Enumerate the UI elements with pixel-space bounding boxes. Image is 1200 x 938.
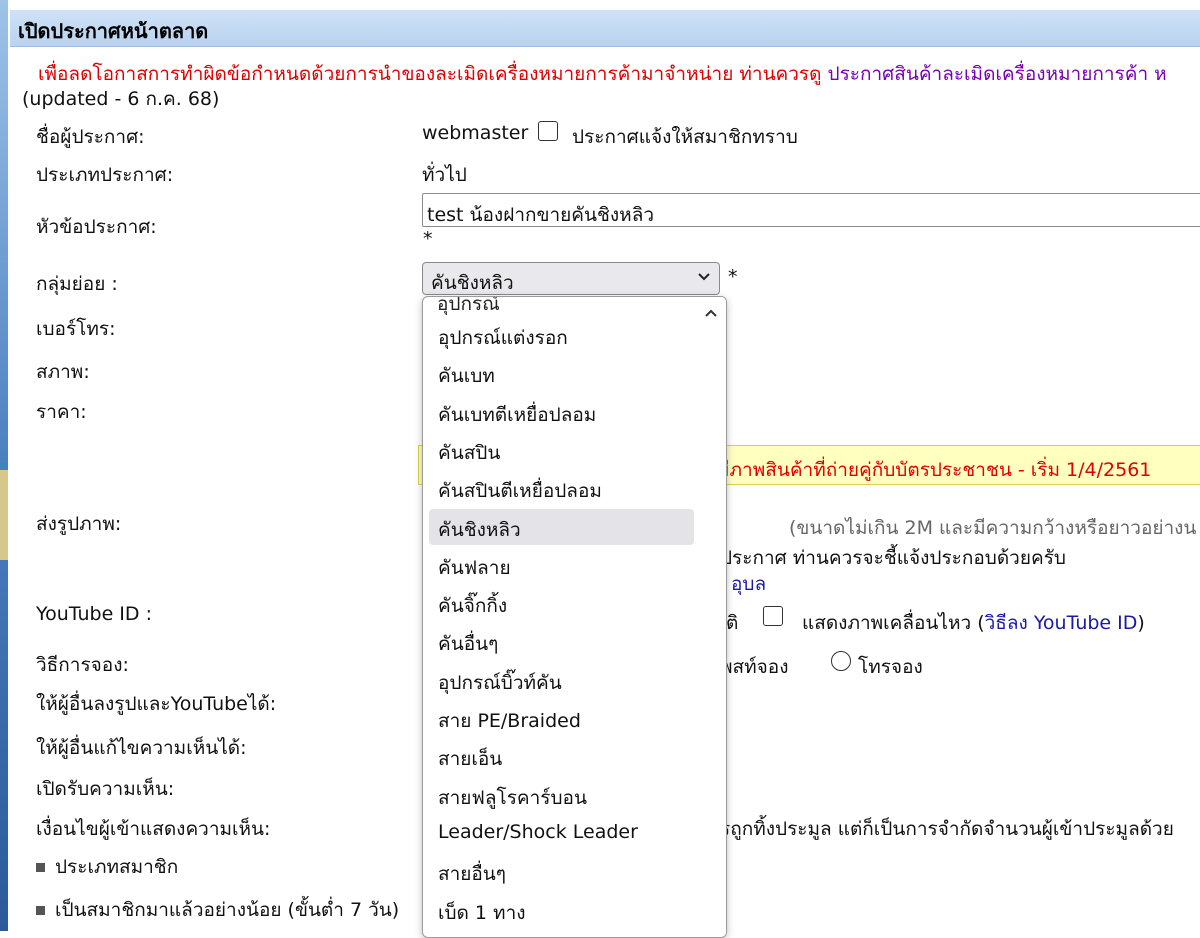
subject-input[interactable]: test น้องฝากขายคันชิงหลิว xyxy=(422,193,1200,227)
dropdown-option[interactable]: คันเบทตีเหยื่อปลอม xyxy=(429,394,694,430)
notice-red-text: เพื่อลดโอกาสการทำผิดข้อกำหนดด้วยการนำของ… xyxy=(38,63,822,85)
phone-label: เบอร์โทร: xyxy=(36,318,116,340)
dropdown-option[interactable]: คันฟลาย xyxy=(429,547,694,583)
chevron-down-icon xyxy=(697,269,711,288)
dropdown-scrollbar[interactable] xyxy=(696,297,726,937)
page-title: เปิดประกาศหน้าตลาด xyxy=(18,19,209,43)
condition-label: สภาพ: xyxy=(36,361,90,383)
dropdown-option[interactable]: อุปกรณ์แต่งรอก xyxy=(429,317,694,353)
upload-hint: (ขนาดไม่เกิน 2M และมีความกว้างหรือยาวอย่… xyxy=(789,517,1197,539)
comment-condition-label: เงื่อนไขผู้เข้าแสดงความเห็น: xyxy=(36,818,271,840)
upload-note: ประกาศ ท่านควรจะชี้แจ้งประกอบด้วยครับ xyxy=(720,547,1066,569)
dropdown-option[interactable]: คันเบท xyxy=(429,355,694,391)
open-comments-label: เปิดรับความเห็น: xyxy=(36,778,175,800)
booking-label: วิธีการจอง: xyxy=(36,654,129,676)
show-video-checkbox[interactable] xyxy=(763,606,783,626)
id-card-notice: มีภาพสินค้าที่ถ่ายคู่กับบัตรประชาชน - เร… xyxy=(717,459,1152,481)
dropdown-option[interactable]: คันอื่นๆ xyxy=(429,623,694,659)
subgroup-required-mark: * xyxy=(728,266,738,288)
notify-members-checkbox[interactable] xyxy=(538,121,558,141)
dropdown-option[interactable]: สายฟลูโรคาร์บอน xyxy=(429,777,694,813)
page-header: เปิดประกาศหน้าตลาด xyxy=(10,10,1200,47)
dropdown-option[interactable]: คันจิ๊กกิ้ง xyxy=(429,585,694,621)
price-label: ราคา: xyxy=(36,401,87,423)
dropdown-option[interactable]: Leader/Shock Leader xyxy=(429,815,694,851)
allow-media-label: ให้ผู้อื่นลงรูปและYouTubeได้: xyxy=(36,693,277,715)
trademark-link[interactable]: ประกาศสินค้าละเมิดเครื่องหมายการค้า ห xyxy=(828,63,1167,85)
booking-call-label: โทรจอง xyxy=(858,656,923,678)
member-type-row: ประเภทสมาชิก xyxy=(36,852,178,882)
show-video-label: แสดงภาพเคลื่อนไหว ( xyxy=(802,612,985,634)
youtube-label: YouTube ID : xyxy=(36,603,152,625)
subgroup-select[interactable]: คันชิงหลิว xyxy=(422,262,720,295)
subgroup-label: กลุ่มย่อย : xyxy=(36,273,118,295)
dropdown-option[interactable]: สายอื่นๆ xyxy=(429,853,694,889)
notify-members-label: ประกาศแจ้งให้สมาชิกทราบ xyxy=(572,126,798,148)
allow-edit-label: ให้ผู้อื่นแก้ไขความเห็นได้: xyxy=(36,737,247,759)
dropdown-option[interactable]: คันสปินตีเหยื่อปลอม xyxy=(429,470,694,506)
bullet-icon xyxy=(36,906,45,915)
youtube-partial-text: ติ xyxy=(726,612,739,634)
subgroup-dropdown-list[interactable]: อุปกรณ์ อุปกรณ์แต่งรอก คันเบท คันเบทตีเหยื… xyxy=(422,296,727,938)
youtube-help-link[interactable]: วิธีลง YouTube ID xyxy=(985,612,1138,634)
poster-label: ชื่อผู้ประกาศ: xyxy=(36,126,145,148)
scroll-up-icon[interactable] xyxy=(704,305,718,324)
type-value: ทั่วไป xyxy=(422,164,467,186)
bullet-icon xyxy=(36,863,45,872)
poster-value: webmaster xyxy=(422,122,529,144)
comment-condition-text: รถูกทิ้งประมูล แต่ก็เป็นการจำกัดจำนวนผู้… xyxy=(720,818,1174,840)
dropdown-option[interactable]: อุปกรณ์บิ๊วท์คัน xyxy=(429,662,694,698)
booking-call-radio[interactable] xyxy=(831,651,851,671)
show-video-text: แสดงภาพเคลื่อนไหว (วิธีลง YouTube ID) xyxy=(802,608,1145,638)
type-label: ประเภทประกาศ: xyxy=(36,164,174,186)
youtube-help-close: ) xyxy=(1137,612,1145,634)
member-type-label: ประเภทสมาชิก xyxy=(55,856,179,878)
dropdown-option[interactable]: สายเอ็น xyxy=(429,738,694,774)
upload-link[interactable]: อุบล xyxy=(731,569,766,599)
dropdown-option[interactable]: สาย PE/Braided xyxy=(429,700,694,736)
subject-required-mark: * xyxy=(423,228,433,250)
member-age-label: เป็นสมาชิกมาแล้วอย่างน้อย (ขั้นต่ำ 7 วัน… xyxy=(55,899,400,921)
left-window-edge xyxy=(0,0,8,931)
booking-post-partial: พสท์จอง xyxy=(720,656,789,678)
member-age-row: เป็นสมาชิกมาแล้วอย่างน้อย (ขั้นต่ำ 7 วัน… xyxy=(36,895,399,925)
dropdown-option[interactable]: คันชิงหลิว xyxy=(429,508,694,545)
updated-date: (updated - 6 ก.ค. 68) xyxy=(22,88,220,110)
dropdown-option[interactable]: คันสปิน xyxy=(429,432,694,468)
subgroup-selected-value: คันชิงหลิว xyxy=(431,272,514,294)
upload-label: ส่งรูปภาพ: xyxy=(36,513,122,535)
subject-label: หัวข้อประกาศ: xyxy=(36,216,157,238)
dropdown-option[interactable]: เบ็ด 1 ทาง xyxy=(429,892,694,928)
dropdown-cut-item[interactable]: อุปกรณ์ xyxy=(437,297,500,319)
